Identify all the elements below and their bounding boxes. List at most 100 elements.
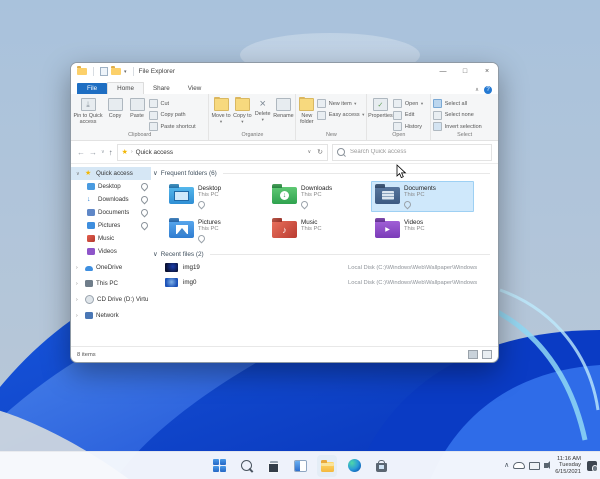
address-dropdown-icon[interactable]: ∨ xyxy=(307,149,311,155)
breadcrumb[interactable]: Quick access xyxy=(136,149,173,156)
help-icon[interactable]: ? xyxy=(484,86,492,94)
history-button[interactable]: History xyxy=(393,122,423,131)
sidebar-item-downloads[interactable]: ↓ Downloads xyxy=(71,193,151,206)
sidebar-item-documents[interactable]: Documents xyxy=(71,206,151,219)
delete-button[interactable]: × Delete ▾ xyxy=(254,96,271,123)
copy-button[interactable]: Copy xyxy=(105,96,125,119)
up-button[interactable]: ↑ xyxy=(109,148,113,157)
back-button[interactable]: ← xyxy=(77,148,85,157)
edge-browser-icon xyxy=(347,459,361,472)
task-view-button[interactable] xyxy=(263,455,283,477)
sidebar-item-music[interactable]: Music xyxy=(71,232,151,245)
new-folder-shortcut-icon[interactable] xyxy=(111,66,121,75)
volume-tray-icon[interactable] xyxy=(544,461,551,469)
history-icon xyxy=(393,122,403,131)
sidebar-item-quick-access[interactable]: ∨ ★ Quick access xyxy=(71,167,151,180)
chevron-right-icon[interactable]: › xyxy=(76,313,82,319)
recent-file-row[interactable]: img19 Local Disk (C:)\Windows\Web\Wallpa… xyxy=(165,260,490,275)
edge-taskbar-button[interactable] xyxy=(344,455,364,477)
recent-file-row[interactable]: img0 Local Disk (C:)\Windows\Web\Wallpap… xyxy=(165,275,490,290)
chevron-down-icon[interactable]: ∨ xyxy=(153,250,158,258)
chevron-right-icon: › xyxy=(130,149,133,155)
tab-view[interactable]: View xyxy=(179,83,211,95)
select-none-button[interactable]: Select none xyxy=(433,110,482,120)
taskbar-search-button[interactable] xyxy=(236,455,256,477)
button-label: Copy xyxy=(108,112,122,119)
recent-files-header[interactable]: ∨ Recent files (2) xyxy=(153,250,490,258)
recent-locations-icon[interactable]: ∨ xyxy=(101,149,105,155)
minimize-button[interactable]: — xyxy=(432,63,454,80)
sidebar-item-desktop[interactable]: Desktop xyxy=(71,180,151,193)
taskbar: ∧ 11:16 AM Tuesday 6/15/2021 xyxy=(0,451,600,479)
refresh-icon[interactable]: ↻ xyxy=(317,148,323,156)
title-bar[interactable]: ▾ File Explorer — □ × xyxy=(71,63,498,80)
search-box[interactable] xyxy=(332,143,492,161)
notification-center-icon[interactable] xyxy=(587,460,598,472)
store-taskbar-button[interactable] xyxy=(371,455,391,477)
folder-tile-music[interactable]: ♪ Music This PC xyxy=(268,215,371,246)
widgets-button[interactable] xyxy=(290,455,310,477)
sidebar-item-this-pc[interactable]: › This PC xyxy=(71,277,151,290)
large-icons-view-icon[interactable] xyxy=(482,350,492,359)
copy-to-button[interactable]: Copy to ▾ xyxy=(233,96,252,125)
collapse-ribbon-icon[interactable]: ∧ xyxy=(475,87,479,93)
properties-button[interactable]: ✓ Properties xyxy=(368,96,393,119)
open-button[interactable]: Open ▾ xyxy=(393,99,423,108)
frequent-folders-header[interactable]: ∨ Frequent folders (6) xyxy=(153,169,490,177)
tray-overflow-chevron-icon[interactable]: ∧ xyxy=(504,462,509,469)
onedrive-tray-icon[interactable] xyxy=(513,462,526,469)
customize-toolbar-icon[interactable]: ▾ xyxy=(124,69,127,75)
select-all-button[interactable]: Select all xyxy=(433,99,482,108)
details-view-icon[interactable] xyxy=(468,350,478,359)
button-label: Easy access xyxy=(328,112,360,118)
this-pc-icon xyxy=(85,280,93,287)
copy-path-button[interactable]: Copy path xyxy=(149,110,196,120)
folder-tile-pictures[interactable]: Pictures This PC xyxy=(165,215,268,246)
sidebar-item-network[interactable]: › Network xyxy=(71,309,151,322)
ribbon: ⤓ Pin to Quick access Copy Paste Cut Cop… xyxy=(71,94,498,141)
invert-selection-button[interactable]: Invert selection xyxy=(433,122,482,131)
properties-shortcut-icon[interactable] xyxy=(100,67,108,76)
maximize-button[interactable]: □ xyxy=(454,63,476,80)
file-explorer-taskbar-button[interactable] xyxy=(317,454,337,477)
paste-shortcut-button[interactable]: Paste shortcut xyxy=(149,122,196,131)
folder-tile-desktop[interactable]: Desktop This PC xyxy=(165,181,268,212)
sidebar-item-cd-drive[interactable]: › CD Drive (D:) Virtual xyxy=(71,293,151,306)
sidebar-item-pictures[interactable]: Pictures xyxy=(71,219,151,232)
videos-icon xyxy=(87,248,95,255)
sidebar-item-onedrive[interactable]: › OneDrive xyxy=(71,261,151,274)
start-button[interactable] xyxy=(209,455,229,477)
folder-tile-videos[interactable]: ▶ Videos This PC xyxy=(371,215,474,246)
network-tray-icon[interactable] xyxy=(529,461,541,470)
paste-button[interactable]: Paste xyxy=(127,96,147,119)
new-item-button[interactable]: New item ▾ xyxy=(317,99,364,108)
tab-file[interactable]: File xyxy=(77,82,108,94)
forward-button[interactable]: → xyxy=(89,148,97,157)
move-to-button[interactable]: Move to ▾ xyxy=(211,96,231,125)
easy-access-button[interactable]: Easy access ▾ xyxy=(317,110,364,120)
chevron-right-icon[interactable]: › xyxy=(76,281,82,287)
pin-to-quick-access-button[interactable]: ⤓ Pin to Quick access xyxy=(73,96,103,125)
folder-tile-documents[interactable]: Documents This PC xyxy=(371,181,474,212)
chevron-down-icon[interactable]: ∨ xyxy=(76,171,82,177)
sidebar-item-label: Network xyxy=(96,312,119,319)
rename-button[interactable]: Rename xyxy=(273,96,294,119)
folder-tile-downloads[interactable]: ↓ Downloads This PC xyxy=(268,181,371,212)
search-input[interactable] xyxy=(348,148,487,156)
close-button[interactable]: × xyxy=(476,63,498,80)
cut-button[interactable]: Cut xyxy=(149,99,196,108)
new-folder-button[interactable]: New folder xyxy=(298,96,315,125)
breadcrumb-bar[interactable]: ★ › Quick access ∨ ↻ xyxy=(116,143,328,161)
taskbar-clock[interactable]: 11:16 AM Tuesday 6/15/2021 xyxy=(555,456,581,476)
tab-share[interactable]: Share xyxy=(144,83,179,95)
navigation-pane: ∨ ★ Quick access Desktop ↓ Downloads Doc… xyxy=(71,164,151,346)
file-explorer-icon xyxy=(320,459,334,472)
edit-button[interactable]: Edit xyxy=(393,110,423,120)
caret-down-icon: ▾ xyxy=(261,116,264,122)
sidebar-item-videos[interactable]: Videos xyxy=(71,245,151,258)
chevron-right-icon[interactable]: › xyxy=(76,297,82,303)
tile-name: Documents xyxy=(404,185,436,192)
chevron-right-icon[interactable]: › xyxy=(76,265,82,271)
tab-home[interactable]: Home xyxy=(107,81,144,94)
chevron-down-icon[interactable]: ∨ xyxy=(153,169,158,177)
